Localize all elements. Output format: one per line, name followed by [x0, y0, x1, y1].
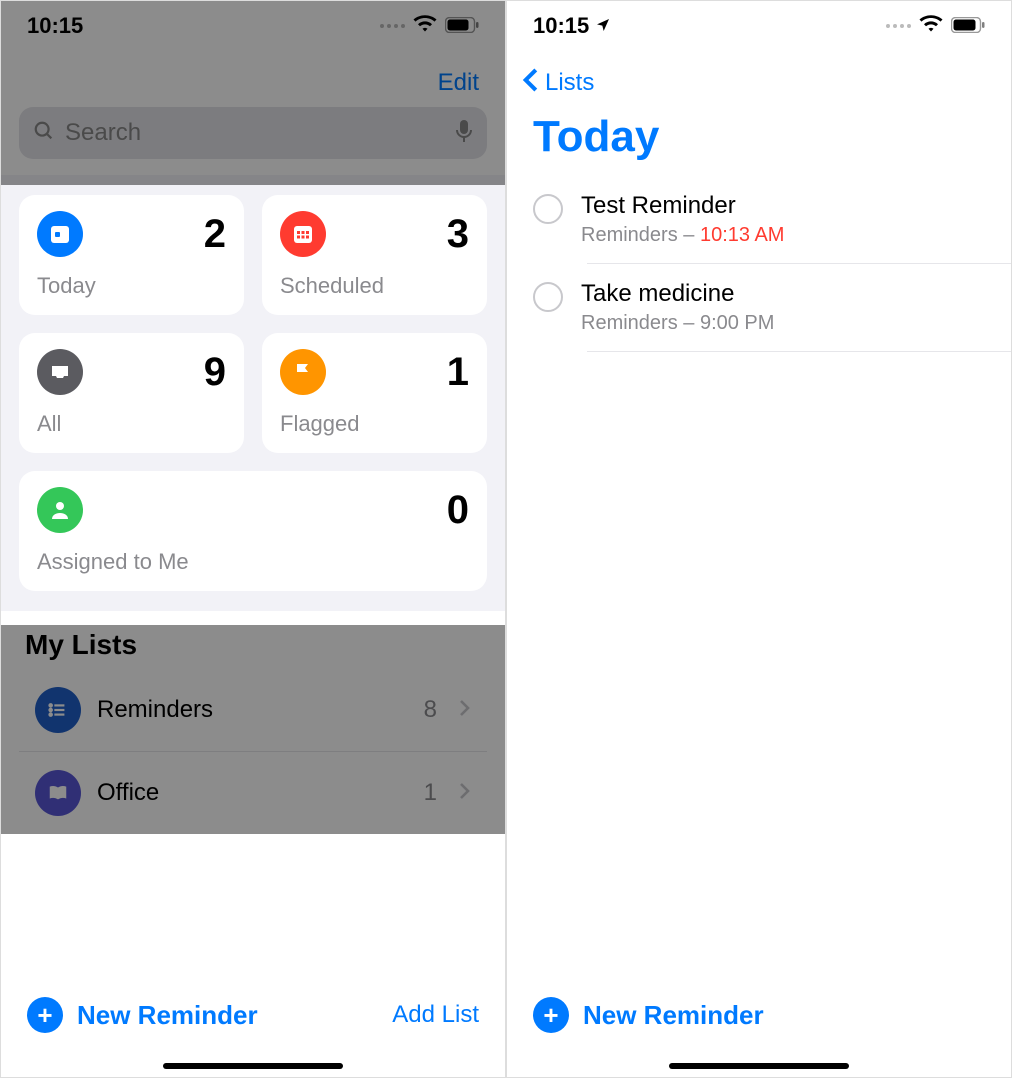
status-time: 10:15 — [27, 13, 83, 39]
battery-icon — [951, 13, 985, 39]
back-button[interactable]: Lists — [507, 51, 1011, 106]
reminder-list-name: Reminders — [581, 312, 678, 334]
status-bar: 10:15 — [1, 1, 505, 51]
smart-flagged-label: Flagged — [280, 411, 469, 437]
plus-icon: + — [27, 997, 63, 1033]
smart-assigned-label: Assigned to Me — [37, 549, 469, 575]
search-placeholder: Search — [65, 119, 445, 147]
tray-icon — [37, 349, 83, 395]
mylists: Reminders 8 Office 1 — [19, 669, 487, 834]
search-wrap: Search — [1, 107, 505, 175]
status-time: 10:15 — [533, 13, 611, 39]
reminder-title: Test Reminder — [581, 192, 784, 220]
home-indicator — [163, 1063, 343, 1069]
list-reminders-count: 8 — [424, 696, 437, 724]
nav-row: Edit — [1, 51, 505, 107]
left-content: 10:15 Edit Search — [1, 1, 505, 834]
cellular-dots-icon — [380, 24, 405, 28]
bottom-bar: + New Reminder Add List — [1, 977, 505, 1077]
new-reminder-button[interactable]: + New Reminder — [27, 997, 258, 1033]
edit-button[interactable]: Edit — [438, 69, 479, 97]
new-reminder-button[interactable]: + New Reminder — [533, 997, 764, 1033]
list-office[interactable]: Office 1 — [19, 751, 487, 834]
status-time-text: 10:15 — [27, 13, 83, 39]
flag-icon — [280, 349, 326, 395]
list-office-count: 1 — [424, 779, 437, 807]
bottom-bar: + New Reminder — [507, 977, 1011, 1077]
status-time-text: 10:15 — [533, 13, 589, 39]
check-circle[interactable] — [533, 282, 563, 312]
search-input[interactable]: Search — [19, 107, 487, 159]
calendar-grid-icon — [280, 211, 326, 257]
smart-all[interactable]: 9 All — [19, 333, 244, 453]
chevron-left-icon — [521, 67, 539, 98]
wifi-icon — [919, 13, 943, 39]
reminder-title: Take medicine — [581, 280, 774, 308]
smart-scheduled-count: 3 — [447, 212, 469, 257]
list-icon — [35, 687, 81, 733]
list-reminders[interactable]: Reminders 8 — [19, 669, 487, 751]
page-title: Today — [507, 106, 1011, 176]
calendar-today-icon — [37, 211, 83, 257]
status-icons — [886, 13, 985, 39]
cellular-dots-icon — [886, 24, 911, 28]
smart-all-label: All — [37, 411, 226, 437]
mylists-title: My Lists — [1, 611, 505, 669]
smart-assigned[interactable]: 0 Assigned to Me — [19, 471, 487, 591]
list-office-label: Office — [97, 779, 408, 807]
home-indicator — [669, 1063, 849, 1069]
phone-right: 10:15 Lists Today Test Reminder — [506, 0, 1012, 1078]
reminder-item[interactable]: Take medicine Reminders – 9:00 PM — [507, 264, 1011, 351]
plus-icon: + — [533, 997, 569, 1033]
smart-flagged[interactable]: 1 Flagged — [262, 333, 487, 453]
book-icon — [35, 770, 81, 816]
list-reminders-label: Reminders — [97, 696, 408, 724]
smart-all-count: 9 — [204, 350, 226, 395]
wifi-icon — [413, 13, 437, 39]
smart-scheduled[interactable]: 3 Scheduled — [262, 195, 487, 315]
person-icon — [37, 487, 83, 533]
battery-icon — [445, 13, 479, 39]
reminder-time: 10:13 AM — [700, 224, 785, 246]
smart-assigned-count: 0 — [447, 488, 469, 533]
reminder-time: 9:00 PM — [700, 312, 774, 334]
smart-flagged-count: 1 — [447, 350, 469, 395]
smart-today-count: 2 — [204, 212, 226, 257]
check-circle[interactable] — [533, 194, 563, 224]
add-list-button[interactable]: Add List — [392, 1001, 479, 1029]
smart-today-label: Today — [37, 273, 226, 299]
new-reminder-label: New Reminder — [583, 1000, 764, 1031]
chevron-right-icon — [459, 699, 471, 722]
reminders-list: Test Reminder Reminders – 10:13 AM Take … — [507, 176, 1011, 352]
status-bar: 10:15 — [507, 1, 1011, 51]
smart-today[interactable]: 2 Today — [19, 195, 244, 315]
smart-scheduled-label: Scheduled — [280, 273, 469, 299]
reminder-subtitle: Reminders – 10:13 AM — [581, 224, 784, 247]
reminder-item[interactable]: Test Reminder Reminders – 10:13 AM — [507, 176, 1011, 263]
search-icon — [33, 120, 55, 147]
new-reminder-label: New Reminder — [77, 1000, 258, 1031]
status-icons — [380, 13, 479, 39]
chevron-right-icon — [459, 782, 471, 805]
location-icon — [595, 13, 611, 39]
reminder-list-name: Reminders — [581, 224, 678, 246]
reminder-subtitle: Reminders – 9:00 PM — [581, 312, 774, 335]
back-label: Lists — [545, 69, 594, 97]
divider — [587, 351, 1011, 352]
mic-icon[interactable] — [455, 119, 473, 148]
smart-lists: 2 Today 3 Scheduled — [1, 175, 505, 611]
phone-left: 10:15 Edit Search — [0, 0, 506, 1078]
